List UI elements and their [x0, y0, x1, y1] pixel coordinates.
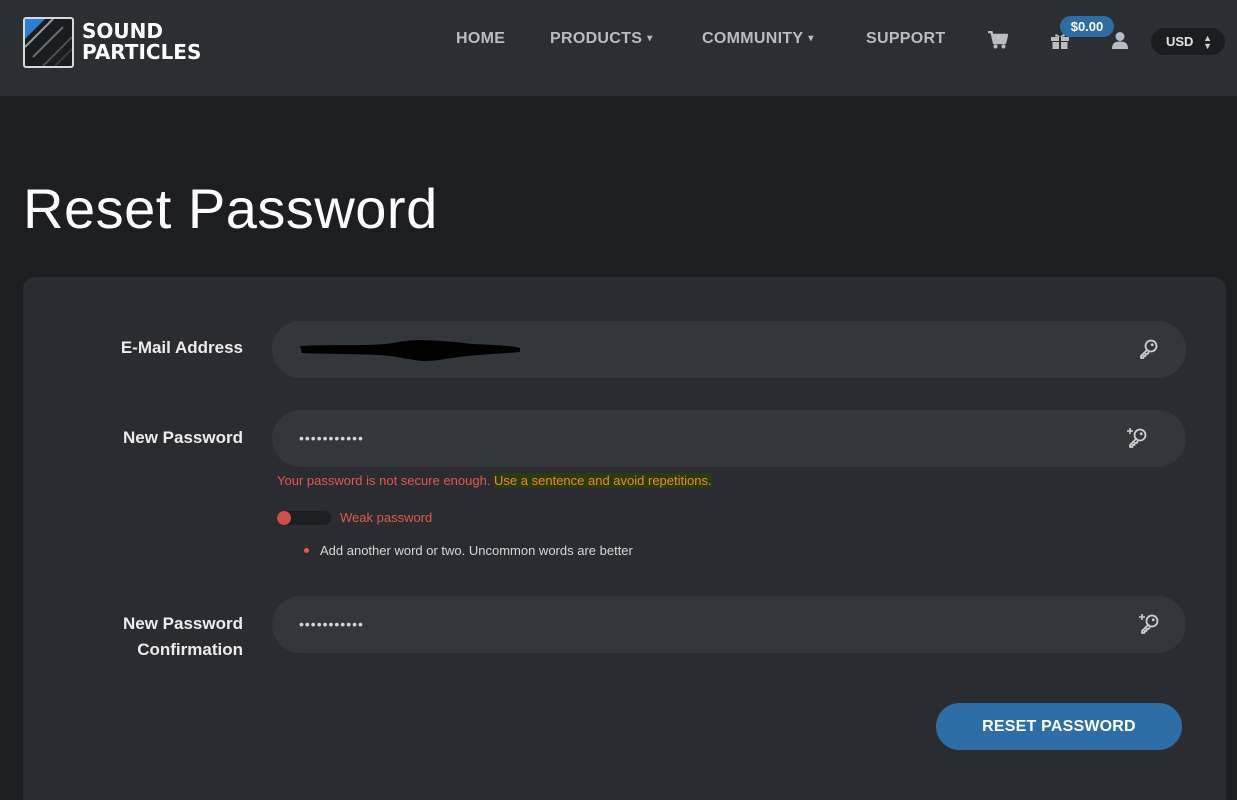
key-plus-icon[interactable]: [1126, 427, 1148, 449]
confirm-label-line2: Confirmation: [137, 640, 243, 659]
new-password-field[interactable]: •••••••••••: [272, 410, 1186, 467]
nav-home[interactable]: HOME: [456, 30, 505, 52]
currency-value: USD: [1166, 34, 1194, 49]
new-password-label: New Password: [123, 428, 243, 447]
password-error-message: Your password is not secure enough. Use …: [277, 473, 712, 488]
confirm-password-label: New Password Confirmation: [123, 611, 243, 663]
nav-products-label: PRODUCTS: [550, 30, 643, 47]
page-title: Reset Password: [23, 177, 438, 240]
chevron-down-icon: ▾: [647, 33, 653, 44]
password-suggestion: Add another word or two. Uncommon words …: [320, 543, 633, 558]
nav-support-label: SUPPORT: [866, 30, 946, 47]
brand-logo[interactable]: Sound Particles: [23, 16, 201, 68]
chevron-down-icon: ▾: [808, 33, 814, 44]
bullet-icon: [304, 548, 309, 553]
redacted-email-value: [300, 340, 520, 361]
sound-particles-logo-icon: [23, 16, 74, 68]
password-error-part1: Your password is not secure enough.: [277, 473, 495, 488]
key-icon: [1138, 338, 1160, 360]
email-label: E-Mail Address: [120, 338, 243, 357]
nav-community[interactable]: COMMUNITY ▾: [702, 30, 814, 52]
confirm-password-value: •••••••••••: [299, 616, 364, 632]
key-plus-icon[interactable]: [1138, 613, 1160, 635]
nav-community-label: COMMUNITY: [702, 30, 804, 47]
confirm-password-field[interactable]: •••••••••••: [272, 596, 1186, 653]
brand-name: Sound Particles: [82, 21, 201, 63]
password-strength-fill: [277, 511, 291, 525]
site-header: Sound Particles HOME PRODUCTS ▾ COMMUNITY…: [0, 0, 1237, 96]
cart-icon[interactable]: [988, 30, 1009, 54]
nav-products[interactable]: PRODUCTS ▾: [550, 30, 653, 52]
nav-home-label: HOME: [456, 30, 506, 47]
password-error-part2: Use a sentence and avoid repetitions.: [494, 473, 712, 488]
brand-name-line1: Sound: [82, 19, 163, 43]
brand-name-line2: Particles: [82, 40, 202, 64]
password-strength-label: Weak password: [340, 510, 433, 525]
user-icon[interactable]: [1112, 32, 1128, 54]
new-password-value: •••••••••••: [299, 430, 364, 446]
password-strength-meter: [277, 511, 331, 525]
confirm-label-line1: New Password: [123, 614, 243, 633]
sort-updown-icon: ▲ ▼: [1203, 33, 1212, 51]
cart-total-badge[interactable]: $0.00: [1060, 16, 1114, 37]
reset-password-button[interactable]: RESET PASSWORD: [936, 703, 1182, 750]
nav-support[interactable]: SUPPORT: [866, 30, 945, 52]
currency-select[interactable]: USD ▲ ▼: [1151, 28, 1225, 55]
